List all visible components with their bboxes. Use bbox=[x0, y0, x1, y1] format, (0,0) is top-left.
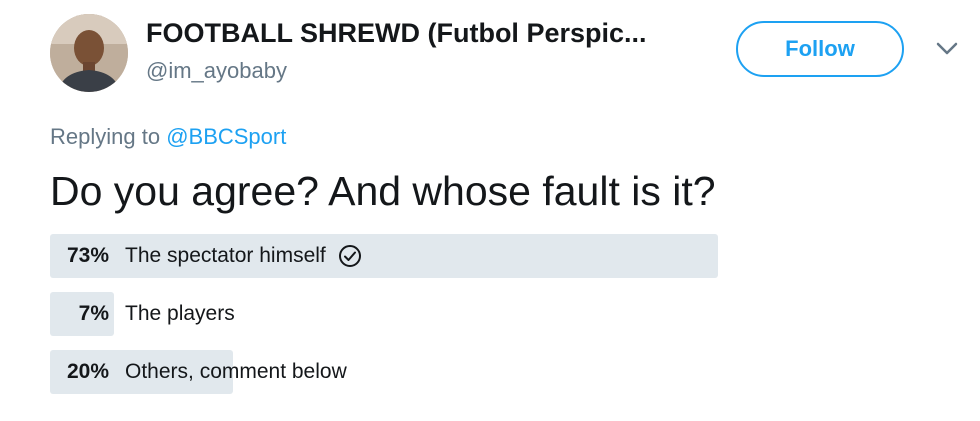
poll-label-wrap: The spectator himself bbox=[125, 234, 362, 278]
poll-percent: 20% bbox=[66, 360, 109, 383]
avatar[interactable] bbox=[50, 14, 128, 92]
tweet-text: Do you agree? And whose fault is it? bbox=[50, 168, 716, 214]
poll-label: The spectator himself bbox=[125, 244, 326, 267]
poll-label-wrap: Others, comment below bbox=[125, 350, 347, 394]
user-handle[interactable]: @im_ayobaby bbox=[146, 58, 287, 84]
poll-percent: 73% bbox=[66, 244, 109, 267]
poll-percent: 7% bbox=[78, 302, 109, 325]
chevron-down-icon bbox=[936, 42, 958, 55]
poll-label: Others, comment below bbox=[125, 360, 347, 383]
poll-label-wrap: The players bbox=[125, 292, 235, 336]
poll-label: The players bbox=[125, 302, 235, 325]
replying-to: Replying to @BBCSport bbox=[50, 124, 286, 150]
follow-button[interactable]: Follow bbox=[736, 21, 904, 77]
display-name[interactable]: FOOTBALL SHREWD (Futbol Perspic... bbox=[146, 18, 647, 49]
profile-photo-icon bbox=[50, 14, 128, 92]
tweet-menu-button[interactable] bbox=[934, 38, 960, 58]
poll-option: 20% Others, comment below bbox=[50, 350, 930, 394]
poll-option: 73% The spectator himself bbox=[50, 234, 930, 278]
poll-option: 7% The players bbox=[50, 292, 930, 336]
replying-prefix: Replying to bbox=[50, 124, 167, 149]
check-circle-icon bbox=[338, 245, 361, 267]
reply-mention-link[interactable]: @BBCSport bbox=[166, 124, 286, 149]
